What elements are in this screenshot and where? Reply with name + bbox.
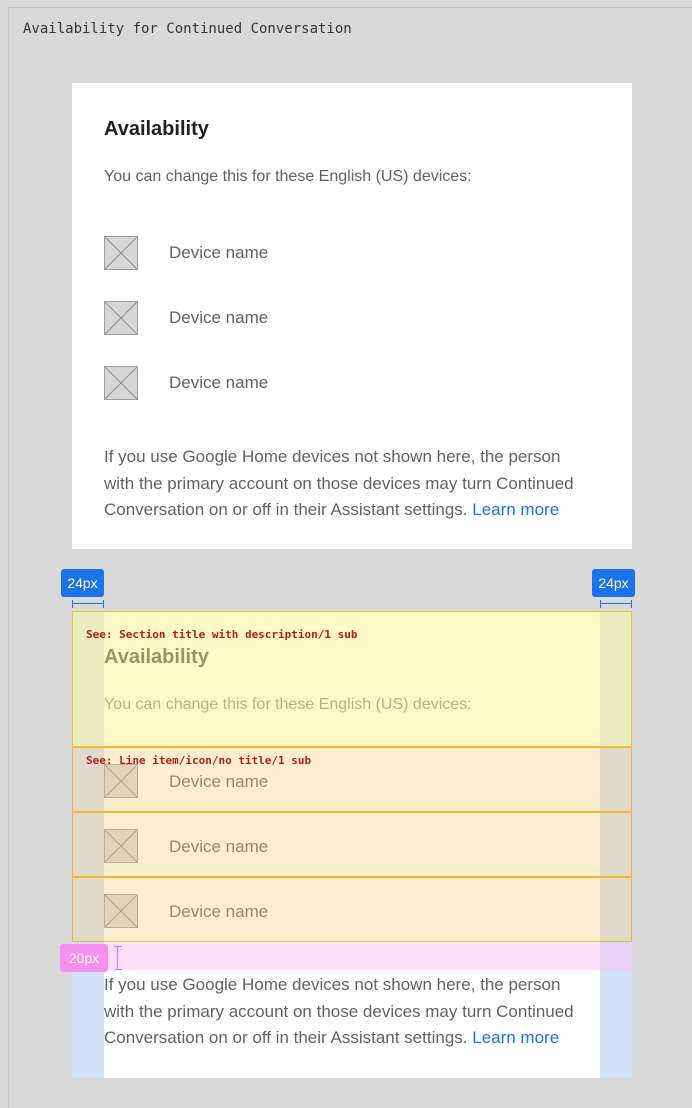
padding-right-badge: 24px bbox=[592, 569, 635, 597]
card-description: You can change this for these English (U… bbox=[104, 168, 472, 185]
learn-more-link[interactable]: Learn more bbox=[472, 500, 559, 519]
card-title: Availability bbox=[104, 118, 209, 140]
gap-badge: 20px bbox=[60, 944, 108, 972]
section-reference-label: See: Section title with description/1 su… bbox=[86, 628, 358, 641]
device-row[interactable]: Device name bbox=[72, 350, 632, 415]
availability-card: Availability You can change this for the… bbox=[72, 83, 632, 549]
line-item-overlay bbox=[72, 812, 632, 877]
image-placeholder-icon bbox=[104, 301, 138, 335]
availability-card-redline: Availability You can change this for the… bbox=[72, 611, 632, 1078]
image-placeholder-icon bbox=[104, 366, 138, 400]
device-row[interactable]: Device name bbox=[72, 220, 632, 285]
image-placeholder-icon bbox=[104, 236, 138, 270]
line-item-reference-label: See: Line item/icon/no title/1 sub bbox=[86, 754, 312, 767]
artboard-title: Availability for Continued Conversation bbox=[23, 21, 352, 37]
padding-right-measure bbox=[600, 600, 632, 608]
device-name: Device name bbox=[169, 243, 269, 262]
line-item-overlay bbox=[72, 877, 632, 942]
device-row[interactable]: Device name bbox=[72, 285, 632, 350]
footer-text: If you use Google Home devices not shown… bbox=[104, 444, 594, 524]
spacing-overlay bbox=[72, 943, 632, 970]
padding-left-badge: 24px bbox=[61, 569, 104, 597]
footer-text: If you use Google Home devices not shown… bbox=[104, 972, 594, 1052]
learn-more-link[interactable]: Learn more bbox=[472, 1028, 559, 1047]
device-name: Device name bbox=[169, 373, 269, 392]
device-name: Device name bbox=[169, 308, 269, 327]
gap-measure bbox=[114, 946, 122, 970]
padding-left-measure bbox=[72, 600, 104, 608]
